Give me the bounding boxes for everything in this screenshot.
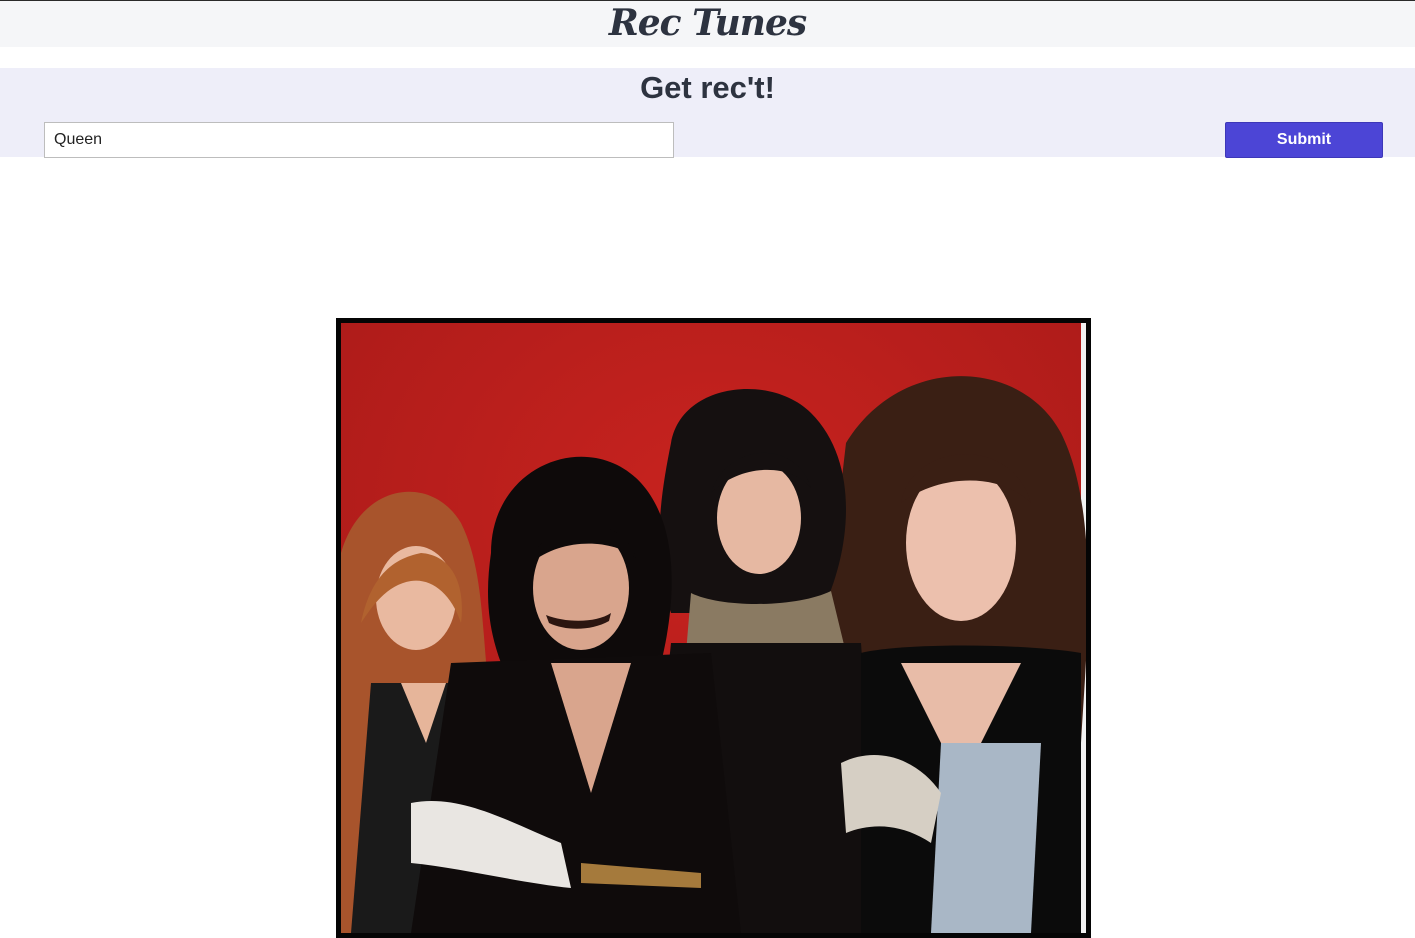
top-navbar: Rec Tunes bbox=[0, 0, 1415, 47]
submit-button[interactable]: Submit bbox=[1225, 122, 1383, 158]
search-hero: Get rec't! Submit bbox=[0, 68, 1415, 158]
artist-photo bbox=[341, 323, 1086, 933]
page-title: Get rec't! bbox=[640, 70, 775, 105]
artist-photo-frame bbox=[336, 318, 1091, 938]
app-logo[interactable]: Rec Tunes bbox=[0, 1, 1415, 45]
artist-search-input[interactable] bbox=[44, 122, 674, 158]
